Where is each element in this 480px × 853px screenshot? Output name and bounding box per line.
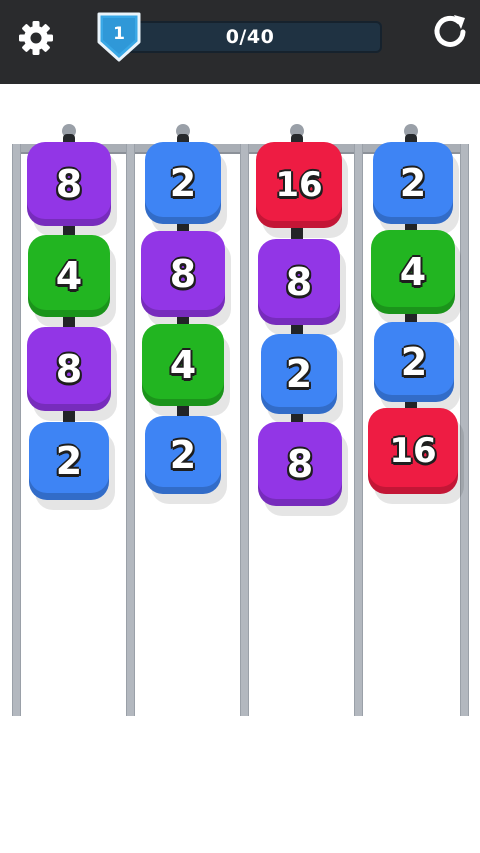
number-block[interactable]: 2 [373,142,453,224]
number-block[interactable]: 8 [258,239,340,325]
number-block[interactable]: 4 [371,230,455,314]
number-block[interactable]: 2 [29,422,109,500]
column-3[interactable]: 16 8 2 8 [240,124,354,716]
top-bar: 0/40 1 [0,0,480,84]
level-number: 1 [113,24,125,44]
number-block[interactable]: 2 [145,416,221,494]
number-block[interactable]: 16 [368,408,458,494]
progress-bar: 0/40 [118,21,382,53]
progress-text: 0/40 [225,26,275,48]
number-block[interactable]: 2 [261,334,337,414]
pole [12,144,21,716]
game-board: 8 4 8 2 2 8 4 2 16 8 2 8 2 4 2 16 [0,84,480,853]
settings-button[interactable] [14,16,58,60]
number-block[interactable]: 4 [28,235,110,317]
restart-button[interactable] [428,10,472,54]
column-2[interactable]: 2842 [126,124,240,716]
number-block[interactable]: 8 [258,422,342,506]
number-block[interactable]: 2 [145,142,221,224]
column-4[interactable]: 2 4 2 16 [354,124,469,716]
gear-icon [19,21,53,55]
number-block[interactable]: 16 [256,142,342,228]
pole [354,144,363,716]
restart-icon [434,15,466,47]
pole [240,144,249,716]
number-block[interactable]: 8 [141,231,225,317]
pole [460,144,469,716]
number-block[interactable]: 2 [374,322,454,402]
number-block[interactable]: 8 [27,327,111,411]
column-1[interactable]: 8 4 8 2 [12,124,126,716]
pole [126,144,135,716]
number-block[interactable]: 4 [142,324,224,406]
number-block[interactable]: 8 [27,142,111,226]
